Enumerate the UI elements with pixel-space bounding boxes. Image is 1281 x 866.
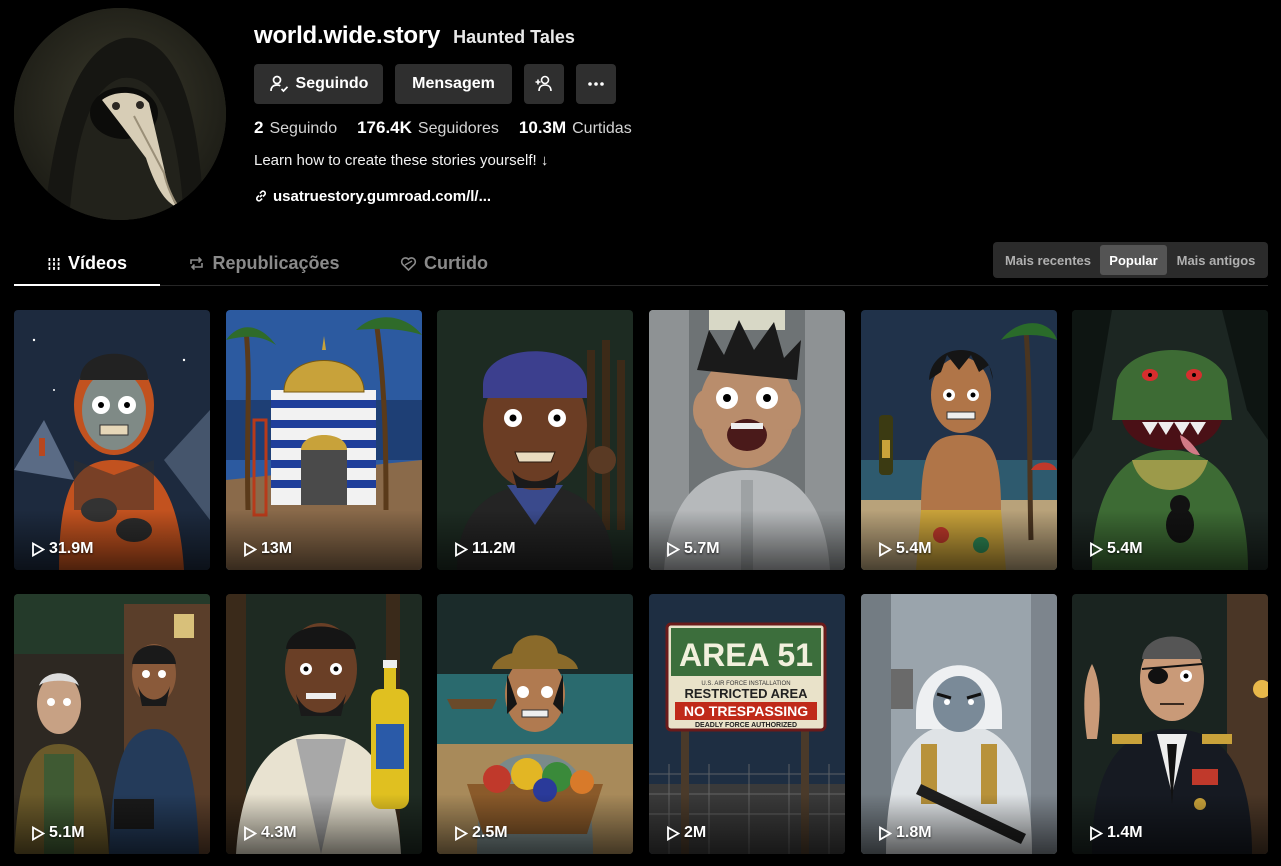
- more-button[interactable]: [576, 64, 616, 104]
- video-card[interactable]: 1.8M: [861, 594, 1057, 854]
- name-row: world.wide.story Haunted Tales: [254, 22, 954, 52]
- view-count-text: 2.5M: [472, 824, 508, 841]
- sort-popular[interactable]: Popular: [1100, 245, 1167, 275]
- stat-followers[interactable]: 176.4K Seguidores: [357, 118, 499, 138]
- profile-page: world.wide.story Haunted Tales Seguindo …: [0, 0, 1281, 866]
- tab-label: Vídeos: [67, 253, 128, 273]
- tab-liked[interactable]: Curtido: [394, 242, 494, 285]
- sign-trespassing: NO TRESPASSING: [684, 703, 808, 719]
- view-count: 5.1M: [31, 824, 85, 842]
- profile-stats: 2 Seguindo 176.4K Seguidores 10.3M Curtidas: [254, 117, 954, 139]
- sign-warning: DEADLY FORCE AUTHORIZED: [695, 722, 797, 729]
- video-card[interactable]: AREA 51 U.S. AIR FORCE INSTALLATION REST…: [649, 594, 845, 854]
- view-count-text: 5.1M: [49, 824, 85, 841]
- add-friend-button[interactable]: [524, 64, 564, 104]
- video-card[interactable]: 13M: [226, 310, 422, 570]
- video-card[interactable]: 5.7M: [649, 310, 845, 570]
- following-label: Seguindo: [295, 75, 369, 92]
- bio: Learn how to create these stories yourse…: [254, 152, 549, 169]
- username: world.wide.story: [254, 22, 441, 49]
- view-count-text: 1.4M: [1107, 824, 1143, 841]
- play-icon: [1090, 541, 1103, 557]
- video-card[interactable]: 11.2M: [437, 310, 633, 570]
- repost-icon: [190, 256, 204, 271]
- tab-reposts[interactable]: Republicações: [184, 242, 344, 285]
- plague-doctor-avatar: [14, 8, 226, 220]
- view-count: 1.4M: [1089, 824, 1143, 842]
- stat-label: Seguindo: [269, 120, 338, 137]
- play-icon: [455, 825, 468, 841]
- play-icon: [455, 541, 468, 557]
- view-count-text: 5.4M: [896, 540, 932, 557]
- view-count: 2.5M: [454, 824, 508, 842]
- video-card[interactable]: 31.9M: [14, 310, 210, 570]
- play-icon: [879, 825, 892, 841]
- play-icon: [667, 825, 680, 841]
- tab-label: Republicações: [212, 253, 340, 273]
- tab-videos[interactable]: Vídeos: [14, 242, 160, 285]
- stat-following[interactable]: 2 Seguindo: [254, 118, 337, 138]
- view-count-text: 5.7M: [684, 540, 720, 557]
- message-button[interactable]: Mensagem: [395, 64, 512, 104]
- video-card[interactable]: 5.4M: [1072, 310, 1268, 570]
- sign-restricted: RESTRICTED AREA: [684, 686, 808, 701]
- play-icon: [879, 541, 892, 557]
- play-icon: [244, 541, 257, 557]
- view-count: 5.4M: [878, 540, 932, 558]
- view-count-text: 31.9M: [49, 540, 94, 557]
- video-card[interactable]: 2.5M: [437, 594, 633, 854]
- view-count: 5.4M: [1089, 540, 1143, 558]
- sort-latest[interactable]: Mais recentes: [996, 245, 1100, 275]
- video-card[interactable]: 5.1M: [14, 594, 210, 854]
- view-count: 5.7M: [666, 540, 720, 558]
- message-label: Mensagem: [412, 75, 495, 92]
- sort-control: Mais recentes Popular Mais antigos: [993, 242, 1268, 278]
- view-count-text: 11.2M: [472, 540, 516, 557]
- grid-icon: [46, 257, 61, 270]
- profile-actions: Seguindo Mensagem: [254, 64, 954, 104]
- video-card[interactable]: 4.3M: [226, 594, 422, 854]
- play-icon: [32, 541, 45, 557]
- view-count: 1.8M: [878, 824, 932, 842]
- active-tab-indicator: [14, 284, 160, 286]
- view-count-text: 1.8M: [896, 824, 932, 841]
- avatar[interactable]: [14, 8, 226, 220]
- person-plus-icon: [535, 75, 552, 92]
- person-check-icon: [269, 75, 288, 93]
- video-card[interactable]: 1.4M: [1072, 594, 1268, 854]
- stat-label: Seguidores: [417, 120, 499, 137]
- following-button[interactable]: Seguindo: [254, 64, 383, 104]
- stat-value: 176.4K: [357, 118, 412, 137]
- link-icon: [256, 190, 266, 202]
- view-count-text: 5.4M: [1107, 540, 1143, 557]
- stat-label: Curtidas: [572, 120, 632, 137]
- sign-title: AREA 51: [679, 637, 813, 673]
- link-text: usatruestory.gumroad.com/l/...: [273, 187, 492, 205]
- heart-icon: [400, 256, 417, 271]
- sort-oldest[interactable]: Mais antigos: [1167, 245, 1265, 275]
- play-icon: [244, 825, 257, 841]
- view-count: 2M: [666, 824, 706, 842]
- play-icon: [1090, 825, 1103, 841]
- view-count: 13M: [243, 540, 292, 558]
- profile-info: world.wide.story Haunted Tales Seguindo …: [254, 22, 954, 207]
- view-count: 31.9M: [31, 540, 93, 558]
- play-icon: [32, 825, 45, 841]
- stat-likes: 10.3M Curtidas: [519, 118, 632, 138]
- play-icon: [667, 541, 680, 557]
- view-count: 4.3M: [243, 824, 297, 842]
- profile-link[interactable]: usatruestory.gumroad.com/l/...: [254, 185, 954, 207]
- stat-value: 10.3M: [518, 118, 567, 137]
- view-count: 11.2M: [454, 540, 516, 558]
- view-count-text: 4.3M: [261, 824, 297, 841]
- more-dots-icon: [588, 82, 604, 86]
- view-count-text: 2M: [684, 824, 707, 841]
- view-count-text: 13M: [261, 540, 293, 557]
- stat-value: 2: [254, 118, 264, 137]
- display-name: Haunted Tales: [453, 27, 575, 47]
- tab-label: Curtido: [424, 253, 488, 273]
- video-card[interactable]: 5.4M: [861, 310, 1057, 570]
